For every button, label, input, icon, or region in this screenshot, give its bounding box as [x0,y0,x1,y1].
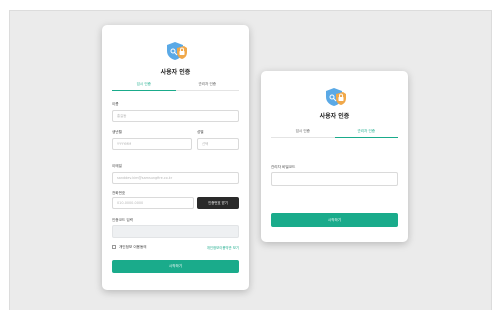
auth-tabs: 임시 인증 관리자 인증 [112,81,239,91]
auth-code-label: 인증코드 입력 [112,218,133,222]
auth-code-field[interactable] [112,225,239,238]
shield-lock-icon [325,88,346,106]
admin-code-label: 관리자 비밀코드 [271,165,296,169]
name-field[interactable]: 홍길동 [112,110,239,122]
tab-temp-auth[interactable]: 임시 인증 [271,128,335,137]
email-label: 이메일 [112,164,122,168]
page-background [9,10,492,310]
tab-temp-auth[interactable]: 임시 인증 [112,81,176,91]
gender-select[interactable]: 선택 [197,138,239,150]
auth-tabs: 임시 인증 관리자 인증 [271,128,398,138]
birth-field[interactable]: YYYYMM [112,138,192,150]
terms-link[interactable]: 개인정보이용약관 보기 [207,245,239,250]
shield-lock-icon [166,42,187,60]
birth-label: 생년월 [112,130,122,134]
phone-field[interactable]: 010-0000-0000 [112,197,194,209]
admin-code-field[interactable] [271,172,398,186]
admin-auth-card: 사용자 인증 임시 인증 관리자 인증 관리자 비밀코드 시작하기 [261,71,408,242]
start-button[interactable]: 시작하기 [271,213,398,227]
temp-auth-card: 사용자 인증 임시 인증 관리자 인증 이름 홍길동 생년월 YYYYMM 성별… [102,25,249,290]
consent-checkbox[interactable] [112,245,116,249]
request-code-button[interactable]: 인증번호 받기 [197,197,239,209]
email-field[interactable]: sanddev.kim@samsungfire.co.kr [112,172,239,184]
name-label: 이름 [112,102,119,106]
card-title: 사용자 인증 [160,69,191,76]
gender-label: 성별 [197,130,204,134]
phone-label: 전화번호 [112,191,126,195]
tab-admin-auth[interactable]: 관리자 인증 [176,81,240,90]
start-button[interactable]: 시작하기 [112,260,239,273]
tab-admin-auth[interactable]: 관리자 인증 [334,128,399,138]
card-title: 사용자 인증 [319,113,350,120]
consent-label: 개인정보 이용동의 [119,245,147,249]
